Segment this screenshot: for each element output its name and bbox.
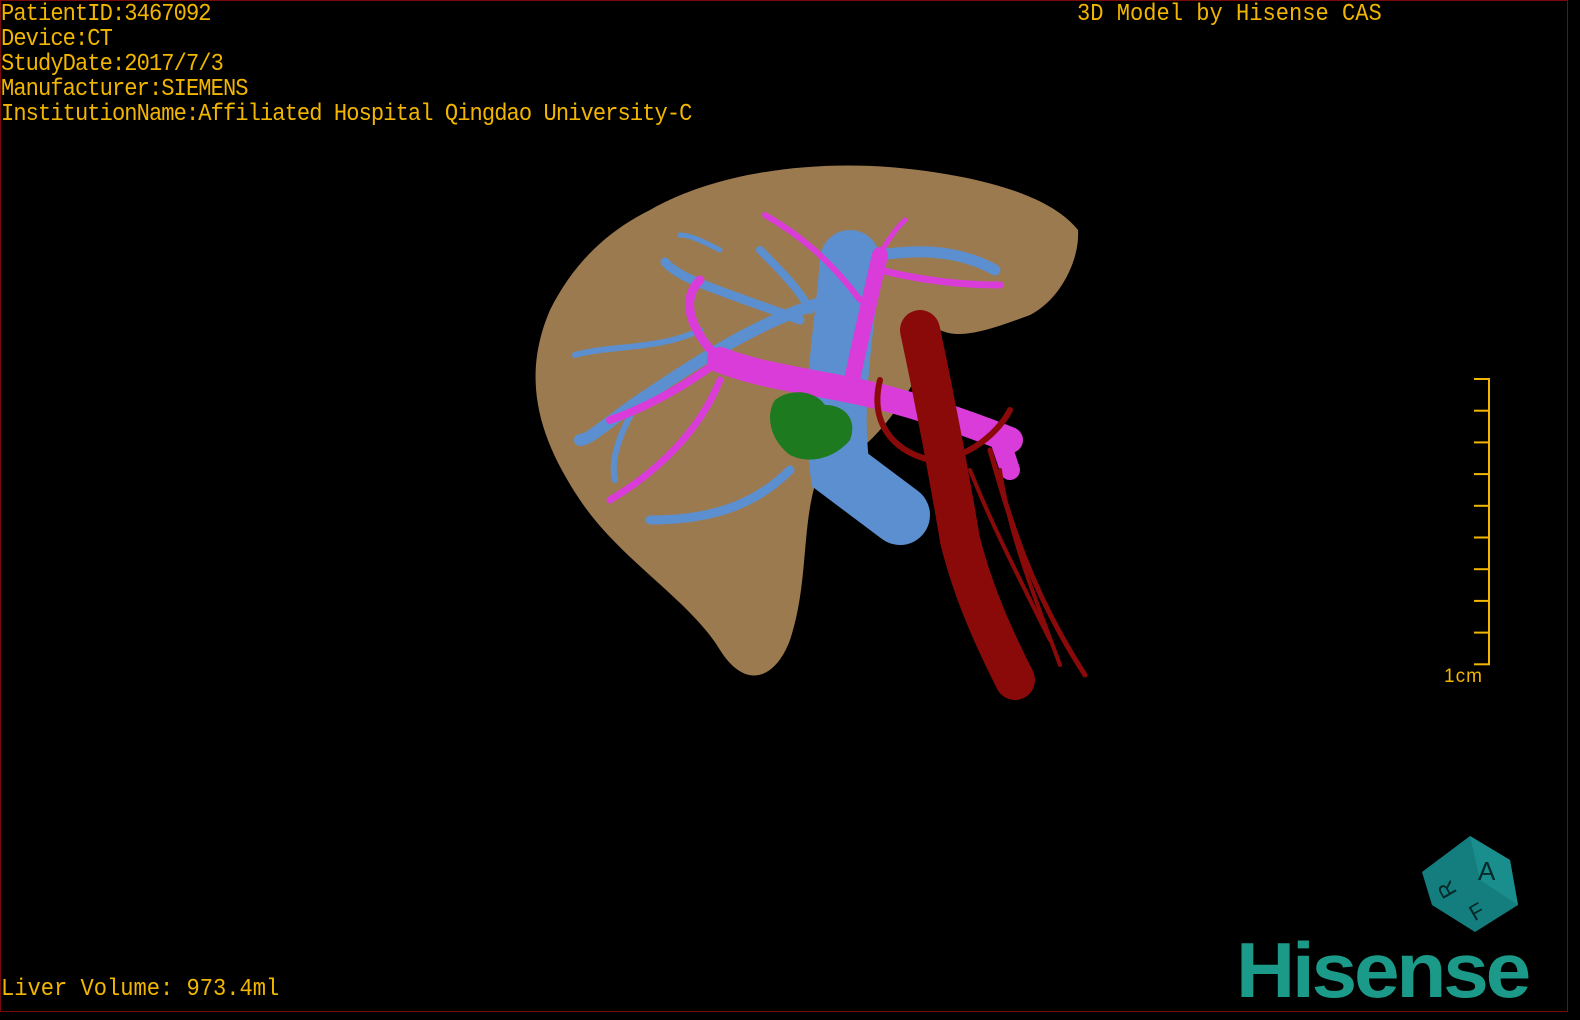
institution-name: InstitutionName:Affiliated Hospital Qing… (1, 101, 692, 128)
manufacturer: Manufacturer:SIEMENS (1, 76, 249, 103)
device: Device:CT (1, 26, 113, 53)
liver-volume: Liver Volume: 973.4ml (1, 976, 280, 1003)
model-title: 3D Model by Hisense CAS (1077, 1, 1382, 28)
dicom-info: PatientID:3467092 Device:CT StudyDate:20… (1, 2, 752, 127)
hisense-logo: Hisense (1236, 926, 1531, 1014)
patient-id: PatientID:3467092 (1, 1, 212, 28)
scale-bar-label: 1cm (1444, 666, 1483, 687)
scale-bar (1474, 378, 1490, 666)
cube-face-a: A (1478, 856, 1496, 886)
orientation-cube[interactable]: A F R (1422, 836, 1518, 932)
study-date: StudyDate:2017/7/3 (1, 51, 224, 78)
liver-3d-model[interactable]: A F R (0, 0, 1580, 1020)
